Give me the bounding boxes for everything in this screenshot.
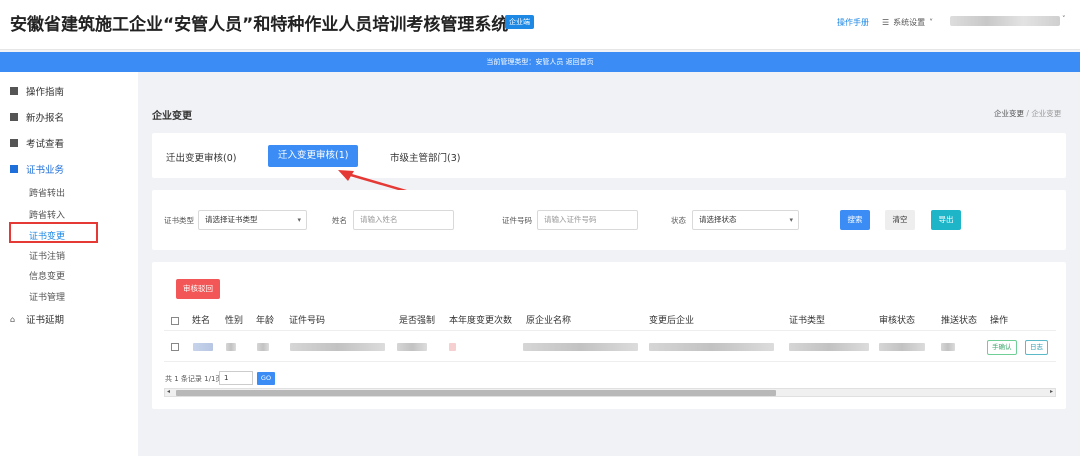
system-settings-label: 系统设置 xyxy=(893,18,926,27)
menu-icon: ☰ xyxy=(882,18,890,27)
row-cell-new-company xyxy=(649,343,774,351)
sidebar-item-label: 证书延期 xyxy=(26,315,65,326)
horizontal-scrollbar[interactable]: ◂ ▸ xyxy=(164,388,1056,397)
row-cell-cert-type xyxy=(789,343,869,351)
user-menu-chevron-icon[interactable]: ˅ xyxy=(1062,15,1066,23)
sidebar-item-label: 操作指南 xyxy=(26,87,65,98)
scrollbar-thumb[interactable] xyxy=(176,390,776,396)
pager-summary: 共 1 条记录 1/1页 xyxy=(165,375,223,383)
chevron-down-icon: ▾ xyxy=(789,216,793,224)
tab-transfer-out-review[interactable]: 迁出变更审核(0) xyxy=(166,150,236,164)
cert-no-label: 证件号码 xyxy=(502,216,532,225)
row-cell-age xyxy=(257,343,269,351)
system-title: 安徽省建筑施工企业“安管人员”和特种作业人员培训考核管理系统 xyxy=(10,15,509,35)
scroll-right-icon[interactable]: ▸ xyxy=(1050,388,1053,395)
scroll-left-icon[interactable]: ◂ xyxy=(167,388,170,395)
status-value: 请选择状态 xyxy=(699,215,737,224)
sidebar-subitem-cert-manage[interactable]: 证书管理 xyxy=(29,290,65,303)
column-header-cert-type: 证书类型 xyxy=(789,316,826,326)
system-settings-menu[interactable]: ☰ 系统设置 ˅ xyxy=(882,17,933,28)
status-select[interactable]: 请选择状态 ▾ xyxy=(692,210,799,230)
chevron-down-icon: ˅ xyxy=(929,18,934,27)
row-cell-change-count xyxy=(449,343,456,351)
sidebar-subitem-cert-cancel[interactable]: 证书注销 xyxy=(29,249,65,262)
sidebar-item-label: 新办报名 xyxy=(26,113,65,124)
breadcrumb-separator: / xyxy=(1026,109,1029,118)
header-divider xyxy=(164,330,1056,331)
sidebar xyxy=(0,72,138,456)
row-cell-original-company xyxy=(523,343,638,351)
table-panel xyxy=(152,262,1066,409)
tab-city-authority[interactable]: 市级主管部门(3) xyxy=(390,150,460,164)
cert-no-input[interactable]: 请输入证件号码 xyxy=(537,210,638,230)
row-cell-id-number xyxy=(290,343,385,351)
sidebar-item-label: 考试查看 xyxy=(26,139,65,150)
row-divider xyxy=(164,361,1056,362)
column-header-name: 姓名 xyxy=(192,316,211,326)
clear-button[interactable]: 清空 xyxy=(885,210,915,230)
reject-button[interactable]: 审核驳回 xyxy=(176,279,220,299)
go-button[interactable]: GO xyxy=(257,372,275,385)
row-cell-name xyxy=(193,343,213,351)
user-account[interactable] xyxy=(950,16,1060,26)
top-header: 安徽省建筑施工企业“安管人员”和特种作业人员培训考核管理系统 企业端 操作手册 … xyxy=(0,0,1080,50)
chevron-down-icon: ▾ xyxy=(297,216,301,224)
column-header-actions: 操作 xyxy=(990,316,1009,326)
column-header-forced: 是否强制 xyxy=(399,316,436,326)
search-button[interactable]: 搜索 xyxy=(840,210,870,230)
table-icon xyxy=(10,139,18,147)
column-header-original-company: 原企业名称 xyxy=(526,316,572,326)
sidebar-item-registration[interactable]: 新办报名 xyxy=(10,109,64,125)
column-header-gender: 性别 xyxy=(225,316,244,326)
sidebar-item-exam[interactable]: 考试查看 xyxy=(10,135,64,151)
page-title: 企业变更 xyxy=(152,111,192,122)
home-icon: ⌂ xyxy=(10,314,16,324)
manual-link[interactable]: 操作手册 xyxy=(837,17,869,28)
cert-type-select[interactable]: 请选择证书类型 ▾ xyxy=(198,210,307,230)
row-cell-gender xyxy=(226,343,236,351)
notice-bar[interactable]: 当前管理类型：安管人员 返回首页 xyxy=(0,52,1080,72)
doc-icon xyxy=(10,165,18,173)
page-number-input[interactable]: 1 xyxy=(219,371,253,385)
column-header-change-count: 本年度变更次数 xyxy=(449,316,513,326)
sidebar-subitem-info-change[interactable]: 信息变更 xyxy=(29,269,65,282)
name-input[interactable]: 请输入姓名 xyxy=(353,210,454,230)
sidebar-item-certificate[interactable]: 证书业务 xyxy=(10,161,64,177)
column-header-push-status: 推送状态 xyxy=(941,316,978,326)
breadcrumb-first[interactable]: 企业变更 xyxy=(994,109,1024,118)
confirm-button[interactable]: 手确认 xyxy=(987,340,1017,355)
row-cell-review-status xyxy=(879,343,925,351)
sidebar-subitem-transfer-out[interactable]: 跨省转出 xyxy=(29,186,65,199)
status-label: 状态 xyxy=(671,216,686,225)
breadcrumb-current: 企业变更 xyxy=(1031,109,1062,118)
tab-transfer-in-review[interactable]: 迁入变更审核(1) xyxy=(268,145,359,167)
highlight-box xyxy=(9,222,98,243)
sidebar-item-extension[interactable]: ⌂ 证书延期 xyxy=(10,311,64,327)
sidebar-subitem-transfer-in[interactable]: 跨省转入 xyxy=(29,208,65,221)
edition-badge: 企业端 xyxy=(505,15,534,29)
doc-icon xyxy=(10,113,18,121)
select-all-checkbox[interactable] xyxy=(171,317,179,325)
row-cell-forced xyxy=(397,343,427,351)
cert-type-label: 证书类型 xyxy=(164,216,194,225)
sidebar-item-guide[interactable]: 操作指南 xyxy=(10,83,64,99)
cert-type-value: 请选择证书类型 xyxy=(205,215,258,224)
breadcrumb: 企业变更 / 企业变更 xyxy=(994,108,1061,119)
column-header-id-number: 证件号码 xyxy=(289,316,326,326)
row-cell-push-status xyxy=(941,343,955,351)
sidebar-item-label: 证书业务 xyxy=(26,165,65,176)
table-icon xyxy=(10,87,18,95)
name-label: 姓名 xyxy=(332,216,347,225)
row-checkbox[interactable] xyxy=(171,343,179,351)
column-header-new-company: 变更后企业 xyxy=(649,316,695,326)
log-button[interactable]: 日志 xyxy=(1025,340,1048,355)
column-header-age: 年龄 xyxy=(256,316,275,326)
column-header-review-status: 审核状态 xyxy=(879,316,916,326)
export-button[interactable]: 导出 xyxy=(931,210,961,230)
